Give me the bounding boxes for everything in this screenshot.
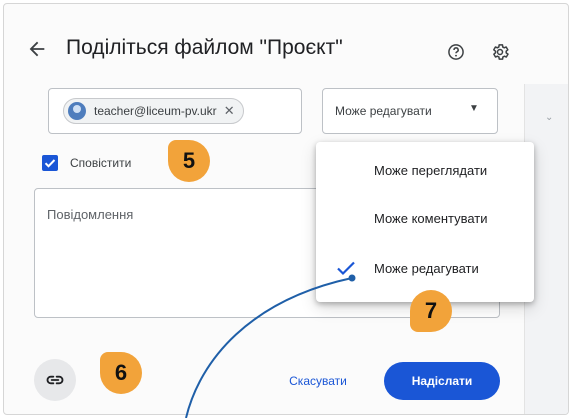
menu-item-view[interactable]: Може переглядати xyxy=(316,148,534,194)
callout-badge-7: 7 xyxy=(410,290,452,332)
checkmark-icon xyxy=(337,261,355,276)
page-title: Поділіться файлом "Проєкт" xyxy=(66,36,343,59)
cancel-button[interactable]: Скасувати xyxy=(272,366,364,396)
dialog-header: Поділіться файлом "Проєкт" xyxy=(26,34,526,70)
close-icon[interactable]: ✕ xyxy=(224,99,235,123)
menu-item-label: Може редагувати xyxy=(374,261,479,276)
notify-label: Сповістити xyxy=(70,156,132,170)
recipients-field[interactable]: teacher@liceum-pv.ukr ✕ xyxy=(48,88,302,134)
link-icon xyxy=(46,375,64,385)
checkmark-icon xyxy=(44,159,56,168)
menu-item-label: Може переглядати xyxy=(374,163,488,178)
message-placeholder: Повідомлення xyxy=(47,207,134,222)
avatar xyxy=(68,102,86,120)
notify-checkbox[interactable] xyxy=(42,155,58,171)
callout-badge-6: 6 xyxy=(100,352,142,394)
menu-item-edit[interactable]: Може редагувати xyxy=(316,246,534,292)
recipient-email: teacher@liceum-pv.ukr xyxy=(94,104,217,118)
gear-icon[interactable] xyxy=(490,42,510,62)
menu-item-label: Може коментувати xyxy=(374,211,488,226)
permission-menu: Може переглядати Може коментувати Може р… xyxy=(316,142,534,302)
recipient-chip[interactable]: teacher@liceum-pv.ukr ✕ xyxy=(63,98,244,124)
callout-badge-5: 5 xyxy=(168,140,210,182)
arrow-left-icon[interactable] xyxy=(26,38,48,60)
menu-item-comment[interactable]: Може коментувати xyxy=(316,196,534,242)
chevron-down-icon: ⌄ xyxy=(545,112,554,123)
permission-select[interactable]: Може редагувати ▼ xyxy=(322,88,498,134)
copy-link-button[interactable] xyxy=(34,359,76,401)
caret-down-icon: ▼ xyxy=(469,103,479,114)
share-dialog: ⌄ Поділіться файлом "Проєкт" teacher@lic… xyxy=(3,3,569,415)
send-button[interactable]: Надіслати xyxy=(384,362,500,400)
help-circle-icon[interactable] xyxy=(446,42,466,62)
permission-selected-label: Може редагувати xyxy=(335,104,432,118)
